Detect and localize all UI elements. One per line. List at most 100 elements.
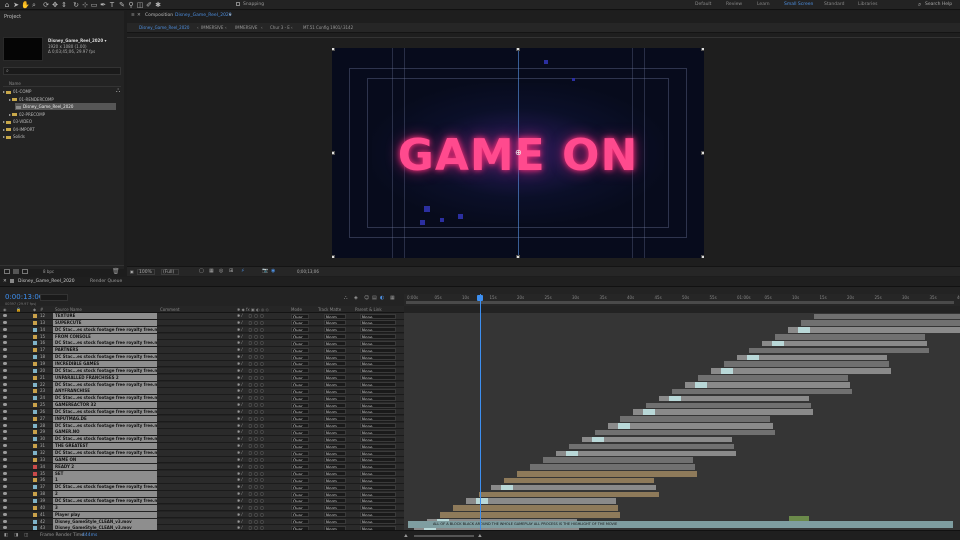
track-matte-dropdown[interactable]: Norm: [324, 388, 346, 394]
layer-source-name[interactable]: SUPERCUTE: [53, 319, 157, 326]
playhead-line[interactable]: [480, 294, 481, 530]
label-color-swatch[interactable]: [33, 382, 37, 387]
layer-row[interactable]: 19 INCREDIBLE GAMES ✱ ⁄ ◻ ◻ ◻ Over Norm None: [0, 360, 404, 368]
layer-switches[interactable]: ✱ ⁄ ◻ ◻ ◻: [237, 450, 264, 456]
layer-switches[interactable]: ✱ ⁄ ◻ ◻ ◻: [237, 491, 264, 497]
zoom-in-icon[interactable]: ⛰: [478, 533, 482, 539]
layer-source-name[interactable]: DC Stac...es stock footage free royalty …: [53, 367, 157, 374]
layer-switches[interactable]: ✱ ⁄ ◻ ◻ ◻: [237, 361, 264, 367]
layer-row[interactable]: 27 INPUTMAG.DE ✱ ⁄ ◻ ◻ ◻ Over Norm None: [0, 415, 404, 423]
layer-duration-bar[interactable]: [465, 498, 616, 504]
fast-previews-icon[interactable]: ⚡: [241, 268, 245, 274]
label-color-swatch[interactable]: [33, 368, 37, 373]
comp-mini-flowchart-icon[interactable]: ⛬: [344, 295, 348, 301]
toggle-switches-icon[interactable]: ◧: [4, 533, 8, 538]
layer-source-name[interactable]: SET: [53, 470, 157, 477]
track-matte-dropdown[interactable]: Norm: [324, 320, 346, 326]
track-matte-dropdown[interactable]: Norm: [324, 450, 346, 456]
layer-row[interactable]: 15 FROM CONSOLE ✱ ⁄ ◻ ◻ ◻ Over Norm None: [0, 333, 404, 341]
eye-icon[interactable]: [3, 437, 7, 441]
layer-switches[interactable]: ✱ ⁄ ◻ ◻ ◻: [237, 402, 264, 408]
label-color-swatch[interactable]: [33, 478, 37, 483]
workspace-learn[interactable]: Learn: [757, 2, 770, 7]
layer-row[interactable]: 21 UNPARALLED FRANCHISES 2 ✱ ⁄ ◻ ◻ ◻ Over No…: [0, 374, 404, 382]
dolly-camera-icon[interactable]: ⇕: [60, 1, 68, 9]
blend-mode-dropdown[interactable]: Over: [291, 375, 309, 381]
parent-dropdown[interactable]: None: [360, 320, 396, 326]
track-matte-dropdown[interactable]: Norm: [324, 464, 346, 470]
layer-highlight-segment[interactable]: [643, 409, 656, 415]
interpret-footage-icon[interactable]: [4, 269, 10, 274]
disclosure-triangle-icon[interactable]: ▸: [3, 134, 5, 139]
eye-icon[interactable]: [3, 382, 7, 386]
type-tool-icon[interactable]: T: [108, 1, 116, 9]
layer-switches[interactable]: ✱ ⁄ ◻ ◻ ◻: [237, 334, 264, 340]
parent-dropdown[interactable]: None: [360, 443, 396, 449]
layer-row[interactable]: 20 DC Stac...es stock footage free royalt…: [0, 367, 404, 375]
viewer-icon[interactable]: ▣: [130, 269, 134, 274]
layer-row[interactable]: 36 1 ✱ ⁄ ◻ ◻ ◻ Over Norm None: [0, 477, 404, 484]
layer-row[interactable]: 12 TEXTURE ✱ ⁄ ◻ ◻ ◻ Over Norm None: [0, 313, 404, 320]
layer-source-name[interactable]: INCREDIBLE GAMES: [53, 360, 157, 367]
track-matte-dropdown[interactable]: Norm: [324, 368, 346, 374]
layer-source-name[interactable]: DC Stac...es stock footage free royalty …: [53, 326, 157, 333]
bit-depth-label[interactable]: 8 bpc: [43, 269, 54, 274]
layer-source-name[interactable]: DC Stac...es stock footage free royalty …: [53, 395, 157, 402]
hand-tool-icon[interactable]: ✋: [21, 1, 30, 9]
parent-dropdown[interactable]: None: [360, 450, 396, 456]
label-color-swatch[interactable]: [33, 471, 37, 476]
layer-duration-bar[interactable]: [620, 416, 771, 422]
parent-dropdown[interactable]: None: [360, 402, 396, 408]
search-help-label[interactable]: Search Help: [925, 2, 952, 7]
layer-switches[interactable]: ✱ ⁄ ◻ ◻ ◻: [237, 327, 264, 333]
transform-handle[interactable]: [332, 48, 335, 51]
parent-dropdown[interactable]: None: [360, 423, 396, 429]
label-color-swatch[interactable]: [33, 389, 37, 394]
layer-source-name[interactable]: Disney_GameStyle_CLEAN_v3.mov: [53, 518, 157, 525]
parent-dropdown[interactable]: None: [360, 409, 396, 415]
parent-dropdown[interactable]: None: [360, 477, 396, 483]
blend-mode-dropdown[interactable]: Over: [291, 347, 309, 353]
selection-tool-icon[interactable]: ➤: [12, 1, 20, 9]
parent-dropdown[interactable]: None: [360, 368, 396, 374]
eye-icon[interactable]: [3, 314, 7, 317]
motion-blur-icon[interactable]: ◐: [380, 295, 384, 301]
layer-source-name[interactable]: UNPARALLED FRANCHISES 2: [53, 374, 157, 381]
layer-duration-bar[interactable]: [710, 368, 891, 374]
parent-link-header[interactable]: Parent & Link: [355, 307, 382, 312]
layer-source-name[interactable]: ANYFRANCHISE: [53, 388, 157, 395]
layer-source-name[interactable]: INPUTMAG.DE: [53, 415, 157, 422]
comment-header[interactable]: Comment: [160, 307, 180, 312]
blend-mode-dropdown[interactable]: Over: [291, 320, 309, 326]
blend-mode-dropdown[interactable]: Over: [291, 416, 309, 422]
track-matte-dropdown[interactable]: Norm: [324, 484, 346, 490]
layer-duration-bar[interactable]: [594, 429, 775, 436]
label-color-swatch[interactable]: [33, 437, 37, 442]
label-color-swatch[interactable]: [33, 341, 37, 346]
trash-icon[interactable]: 🗑: [112, 268, 120, 275]
orbit-camera-icon[interactable]: ⟳: [42, 1, 50, 9]
snapshot-icon[interactable]: 📷: [262, 268, 268, 274]
label-color-swatch[interactable]: [33, 396, 37, 401]
blend-mode-dropdown[interactable]: Over: [291, 313, 309, 319]
blend-mode-dropdown[interactable]: Over: [291, 443, 309, 449]
pen-tool-icon[interactable]: ✒: [99, 1, 107, 9]
layer-duration-bar[interactable]: [775, 334, 926, 340]
blend-mode-dropdown[interactable]: Over: [291, 512, 309, 518]
blend-mode-dropdown[interactable]: Over: [291, 354, 309, 360]
pan-behind-tool-icon[interactable]: ⊹: [81, 1, 89, 9]
track-matte-dropdown[interactable]: Norm: [324, 498, 346, 504]
layer-duration-bar[interactable]: [452, 505, 618, 511]
pan-camera-icon[interactable]: ✥: [51, 1, 59, 9]
blend-mode-dropdown[interactable]: Over: [291, 423, 309, 429]
toggle-modes-icon[interactable]: ◨: [14, 533, 18, 538]
layer-source-name[interactable]: DC Stac...es stock footage free royalty …: [53, 484, 157, 491]
parent-dropdown[interactable]: None: [360, 327, 396, 333]
label-color-swatch[interactable]: [33, 430, 37, 435]
label-color-swatch[interactable]: [33, 498, 37, 503]
label-color-swatch[interactable]: [33, 519, 37, 524]
eye-icon[interactable]: [3, 368, 7, 372]
graph-editor-icon[interactable]: ▦: [390, 295, 395, 301]
transform-handle[interactable]: [701, 48, 704, 51]
eye-icon[interactable]: [3, 416, 7, 420]
